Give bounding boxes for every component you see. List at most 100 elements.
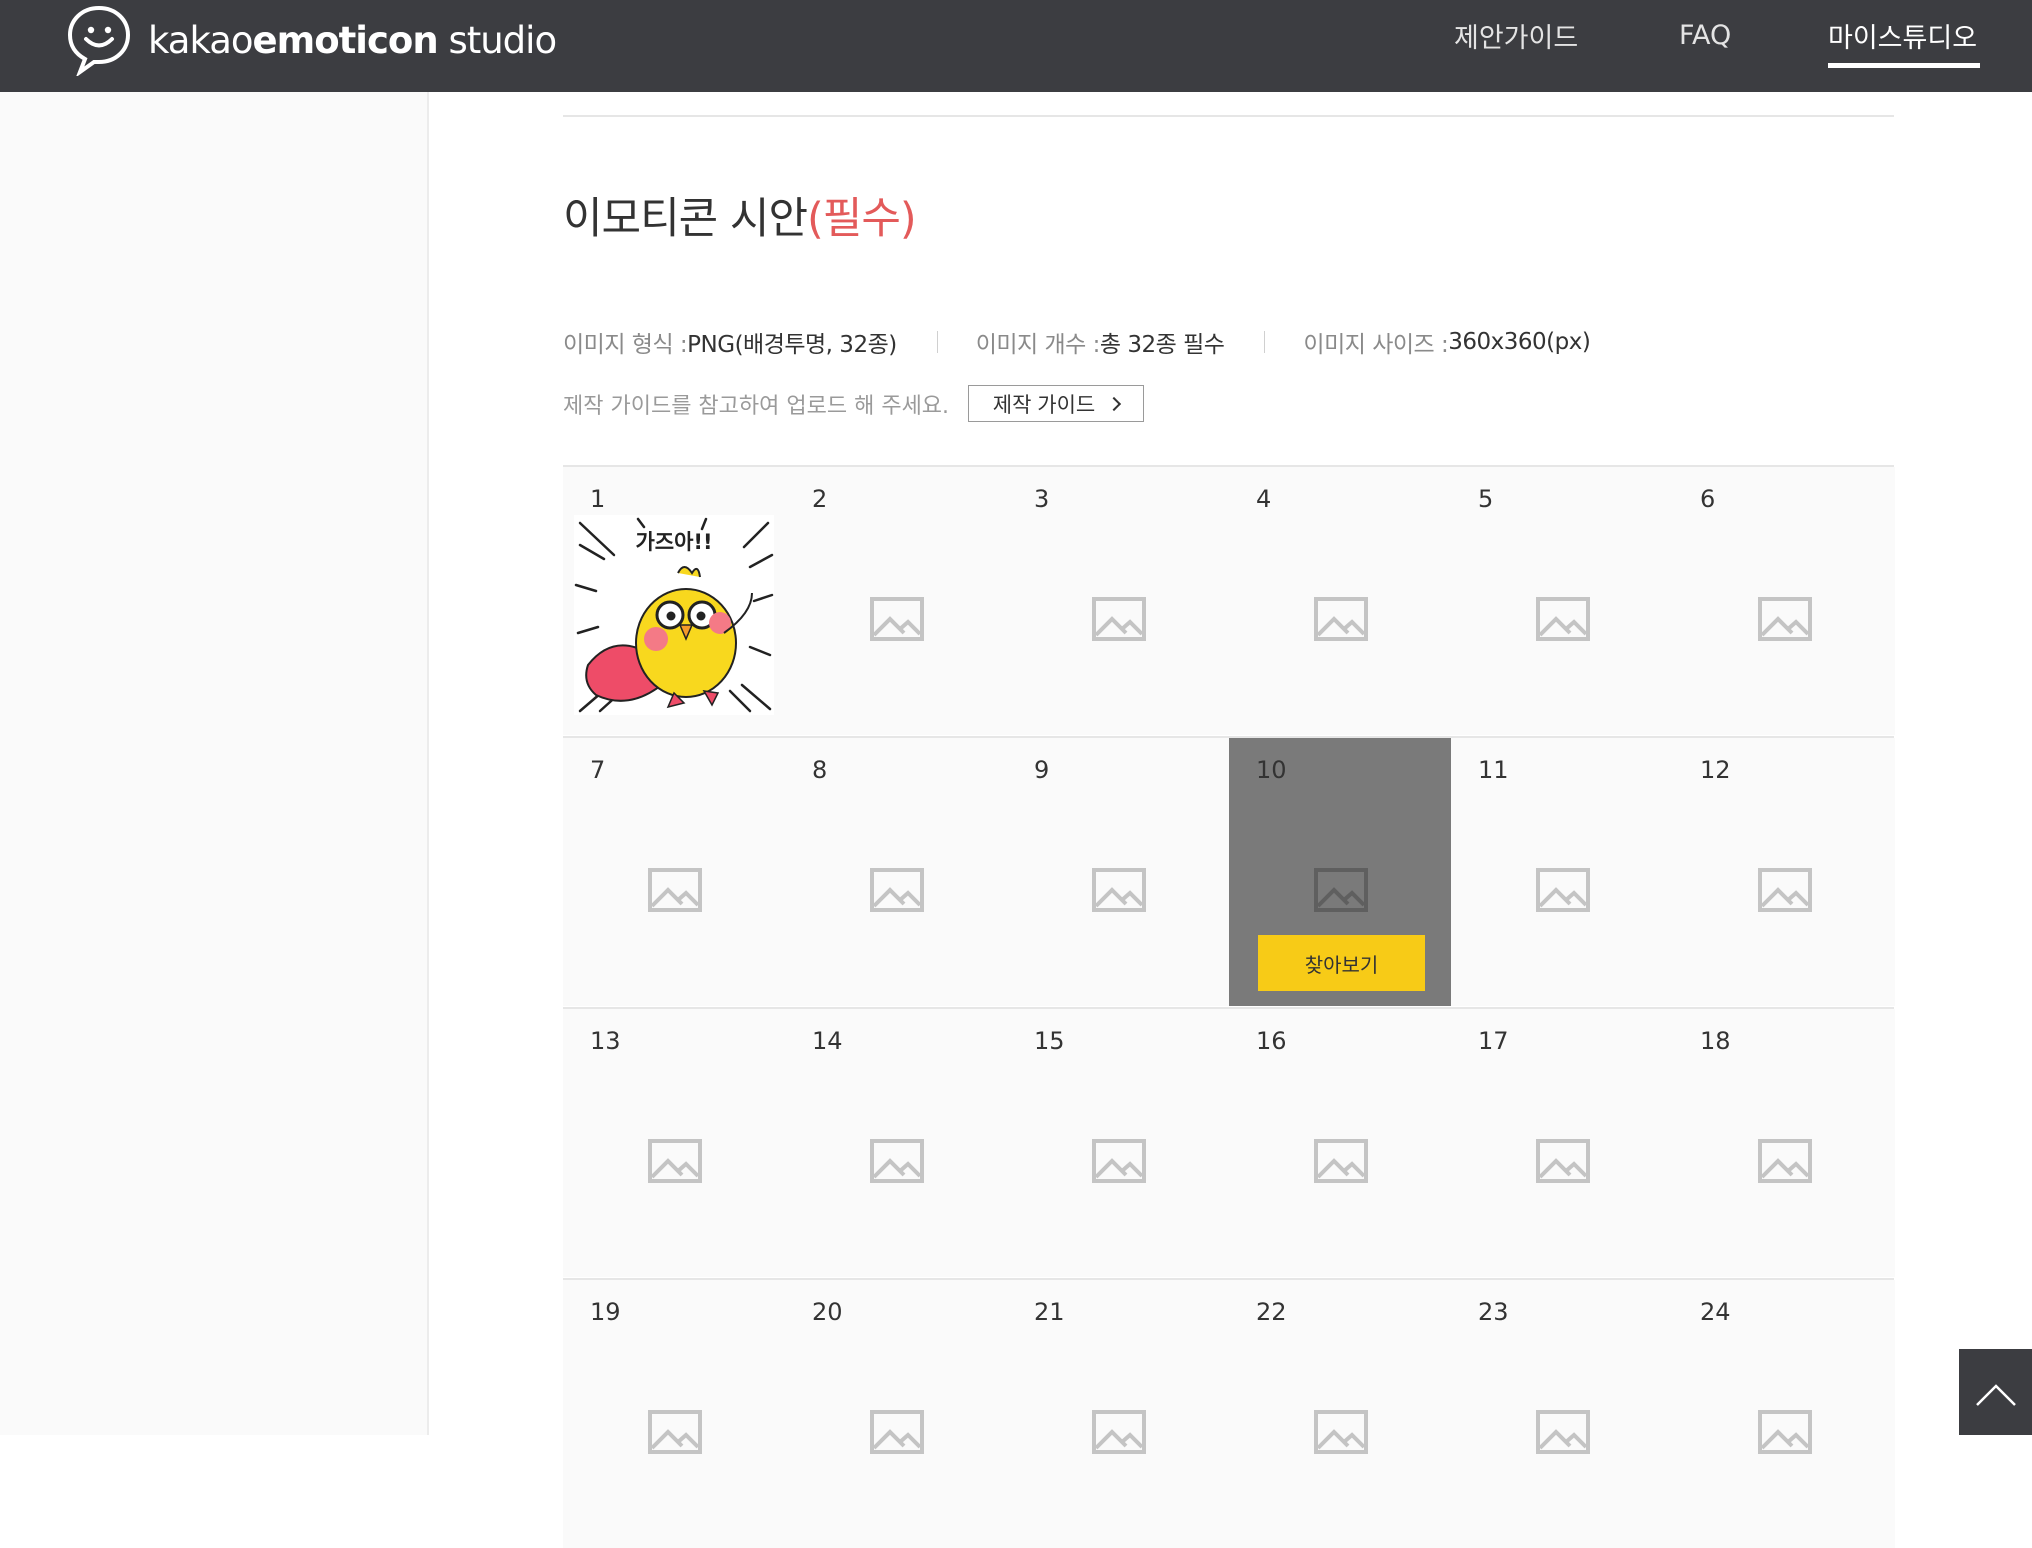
image-placeholder-icon [1314, 1410, 1368, 1454]
slot-number: 10 [1256, 756, 1287, 784]
production-guide-label: 제작 가이드 [992, 393, 1096, 417]
logo[interactable]: kakaoemoticon studio [66, 0, 557, 80]
nav-faq[interactable]: FAQ [1679, 0, 1731, 70]
slot-number: 15 [1034, 1027, 1065, 1055]
emoticon-slot[interactable]: 1 가즈아!! [563, 467, 785, 735]
emoticon-slot[interactable]: 9 [1007, 738, 1229, 1006]
slot-number: 23 [1478, 1298, 1509, 1326]
grid-row-divider [563, 1007, 1894, 1009]
slot-number: 7 [590, 756, 606, 784]
image-placeholder-icon [1092, 868, 1146, 912]
slot-number: 22 [1256, 1298, 1287, 1326]
brand-name: kakaoemoticon studio [148, 18, 557, 62]
emoticon-slot[interactable]: 10 찾아보기 [1229, 738, 1451, 1006]
emoticon-slot[interactable]: 23 [1451, 1280, 1673, 1548]
nav-my-studio[interactable]: 마이스튜디오 [1828, 0, 1977, 70]
slot-number: 1 [590, 485, 606, 513]
chevron-right-icon [1107, 396, 1122, 411]
emoticon-slot[interactable]: 16 [1229, 1009, 1451, 1277]
image-placeholder-icon [1314, 1139, 1368, 1183]
slot-number: 16 [1256, 1027, 1287, 1055]
emoticon-slot[interactable]: 5 [1451, 467, 1673, 735]
speech-bubble-smile-icon [67, 5, 131, 76]
emoticon-slot[interactable]: 2 [785, 467, 1007, 735]
size-value: 360x360(px) [1448, 329, 1591, 355]
slot-number: 4 [1256, 485, 1272, 513]
image-placeholder-icon [1536, 1139, 1590, 1183]
count-value: 총 32종 필수 [1099, 332, 1225, 358]
slot-number: 13 [590, 1027, 621, 1055]
image-placeholder-icon [1758, 597, 1812, 641]
image-spec-row: 이미지 형식 : PNG(배경투명, 32종) 이미지 개수 : 총 32종 필… [563, 324, 1591, 360]
emoticon-slot[interactable]: 14 [785, 1009, 1007, 1277]
count-label: 이미지 개수 : [975, 332, 1101, 358]
image-placeholder-icon [1092, 597, 1146, 641]
image-placeholder-icon [870, 1410, 924, 1454]
size-label: 이미지 사이즈 : [1303, 332, 1449, 358]
slot-number: 8 [812, 756, 828, 784]
left-sidebar [0, 92, 429, 1435]
image-placeholder-icon [648, 868, 702, 912]
emoticon-slot[interactable]: 7 [563, 738, 785, 1006]
slot-number: 17 [1478, 1027, 1509, 1055]
nav-proposal-guide[interactable]: 제안가이드 [1454, 0, 1578, 70]
emoticon-slot[interactable]: 6 [1673, 467, 1895, 735]
emoticon-slot[interactable]: 12 [1673, 738, 1895, 1006]
emoticon-slot[interactable]: 13 [563, 1009, 785, 1277]
slot-number: 3 [1034, 485, 1050, 513]
image-placeholder-icon [1536, 868, 1590, 912]
slot-number: 21 [1034, 1298, 1065, 1326]
image-placeholder-icon [648, 1139, 702, 1183]
image-placeholder-icon [1536, 1410, 1590, 1454]
image-placeholder-icon [1758, 1410, 1812, 1454]
image-placeholder-icon [1758, 1139, 1812, 1183]
emoticon-caption: 가즈아!! [635, 530, 712, 554]
browse-file-button[interactable]: 찾아보기 [1258, 935, 1425, 991]
emoticon-slot[interactable]: 24 [1673, 1280, 1895, 1548]
slot-number: 19 [590, 1298, 621, 1326]
emoticon-slot[interactable]: 22 [1229, 1280, 1451, 1548]
slot-number: 24 [1700, 1298, 1731, 1326]
slot-number: 20 [812, 1298, 843, 1326]
image-placeholder-icon [870, 1139, 924, 1183]
emoticon-slot[interactable]: 19 [563, 1280, 785, 1548]
divider [1264, 331, 1266, 353]
format-value: PNG(배경투명, 32종) [687, 332, 897, 358]
production-guide-button[interactable]: 제작 가이드 [968, 385, 1144, 422]
slot-number: 14 [812, 1027, 843, 1055]
image-placeholder-icon [1536, 597, 1590, 641]
slot-number: 6 [1700, 485, 1716, 513]
emoticon-upload-grid: 1 가즈아!! 2 3 4 5 6 7 8 9 10 찾아보기 11 12 13 14 15 16 17 18 19 20… [563, 465, 1895, 1548]
emoticon-slot[interactable]: 11 [1451, 738, 1673, 1006]
image-placeholder-icon [1092, 1139, 1146, 1183]
emoticon-slot[interactable]: 20 [785, 1280, 1007, 1548]
slot-number: 12 [1700, 756, 1731, 784]
slot-number: 5 [1478, 485, 1494, 513]
grid-row-divider [563, 465, 1894, 467]
scroll-to-top-button[interactable] [1959, 1349, 2032, 1435]
slot-number: 9 [1034, 756, 1050, 784]
divider [563, 115, 1894, 117]
image-placeholder-icon [1314, 597, 1368, 641]
emoticon-slot[interactable]: 17 [1451, 1009, 1673, 1277]
chevron-up-icon [1976, 1384, 2016, 1406]
emoticon-slot[interactable]: 18 [1673, 1009, 1895, 1277]
image-placeholder-icon [1092, 1410, 1146, 1454]
divider [936, 331, 938, 353]
image-placeholder-icon [648, 1410, 702, 1454]
emoticon-slot[interactable]: 4 [1229, 467, 1451, 735]
active-nav-indicator [1828, 63, 1980, 68]
emoticon-slot[interactable]: 15 [1007, 1009, 1229, 1277]
slot-number: 11 [1478, 756, 1509, 784]
emoticon-thumbnail: 가즈아!! [574, 515, 774, 715]
section-title: 이모티콘 시안(필수) [563, 184, 917, 246]
upload-hint: 제작 가이드를 참고하여 업로드 해 주세요. [563, 394, 950, 419]
image-placeholder-icon [870, 868, 924, 912]
slot-number: 2 [812, 485, 828, 513]
emoticon-slot[interactable]: 3 [1007, 467, 1229, 735]
section-title-text: 이모티콘 시안 [563, 194, 808, 244]
emoticon-slot[interactable]: 8 [785, 738, 1007, 1006]
image-placeholder-icon [1314, 868, 1368, 912]
emoticon-slot[interactable]: 21 [1007, 1280, 1229, 1548]
grid-row-divider [563, 736, 1894, 738]
